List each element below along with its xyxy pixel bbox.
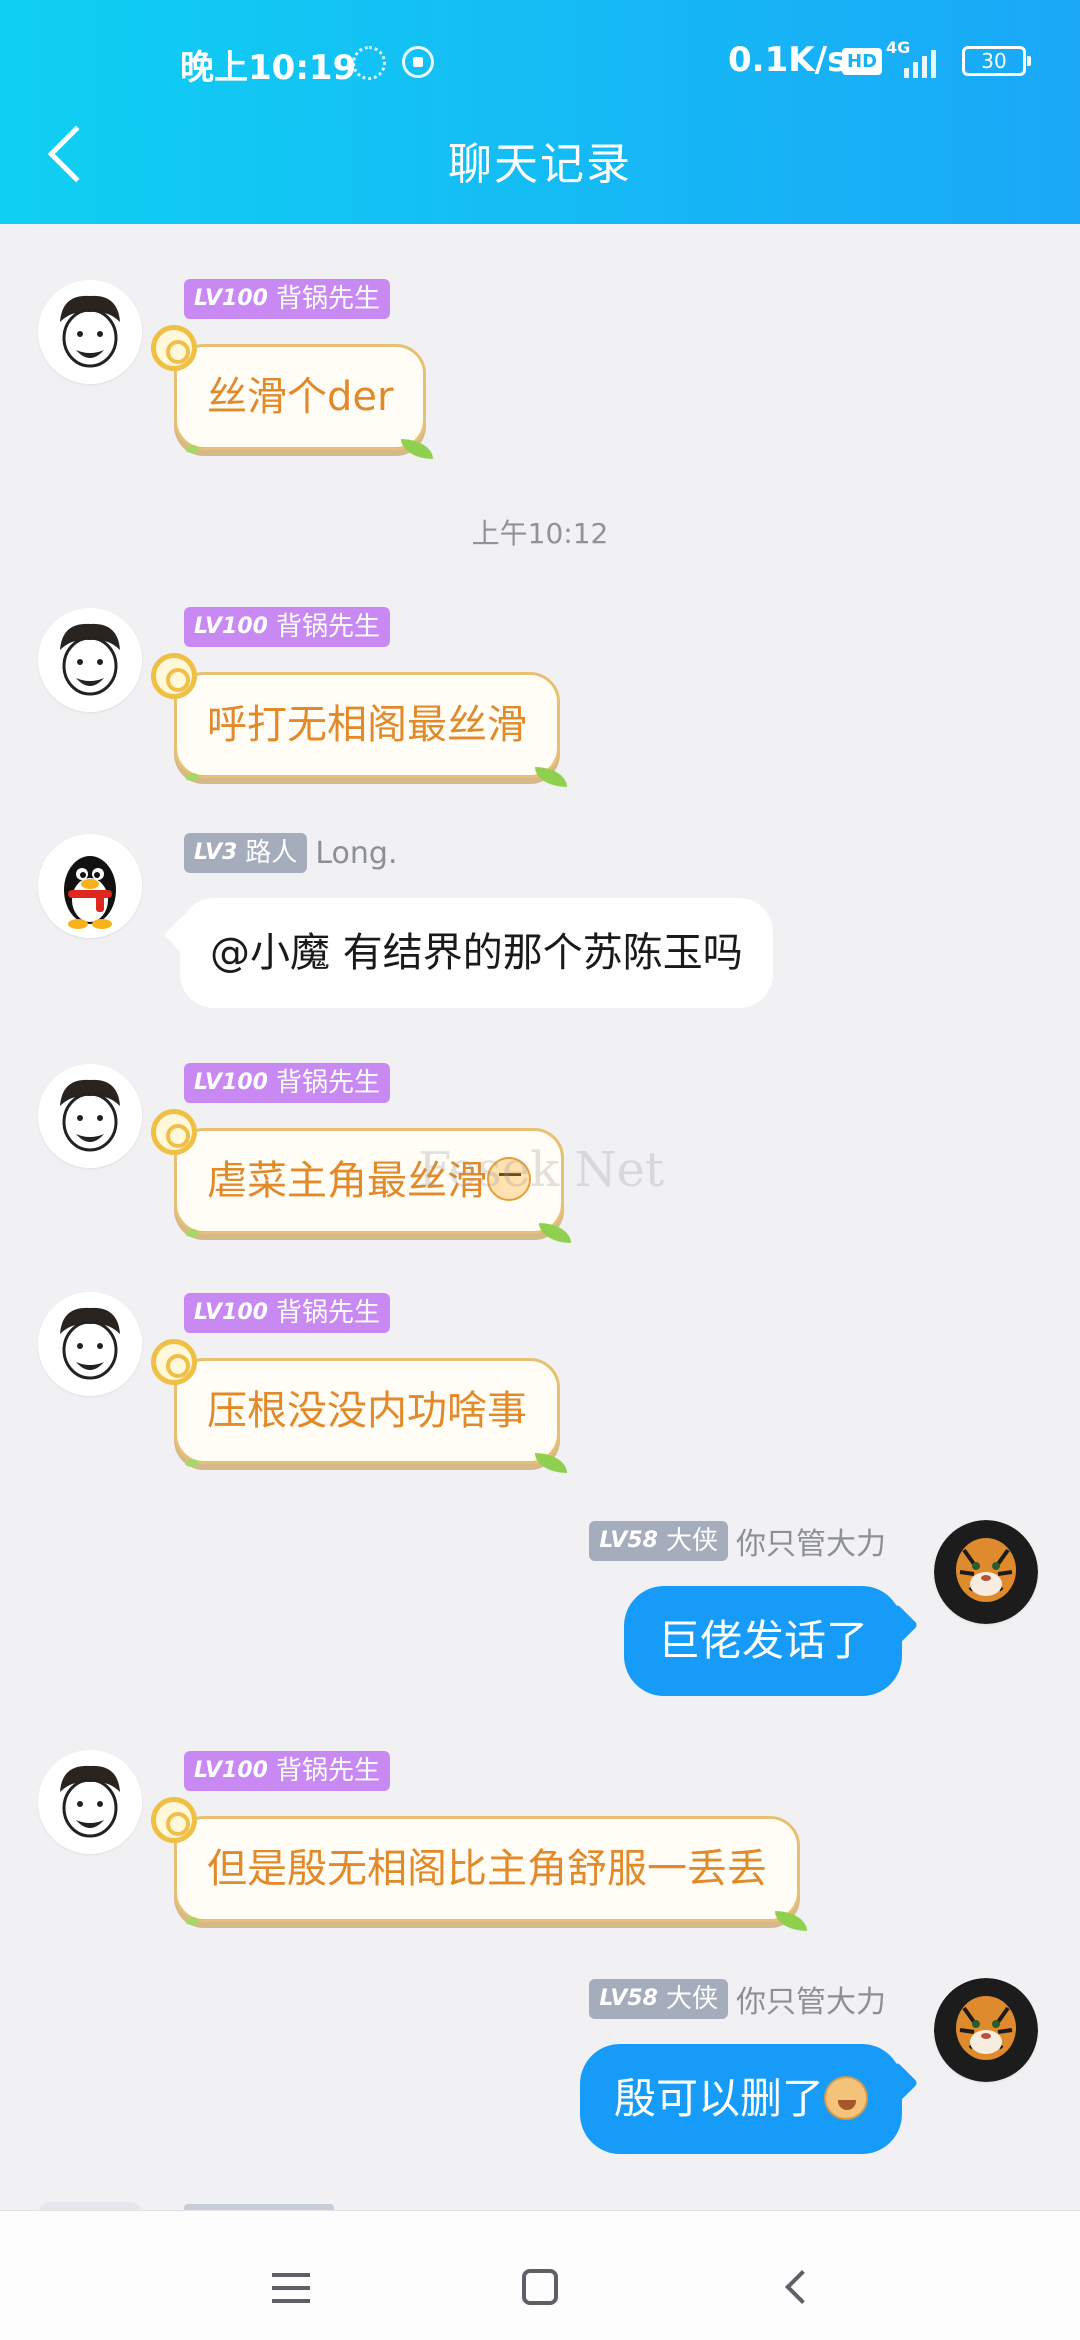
status-bar: 晚上10:19 0.1K/s HD 4G 30 bbox=[0, 36, 1080, 88]
sun-icon bbox=[151, 653, 197, 699]
message-bubble[interactable]: 丝滑个der bbox=[151, 325, 434, 459]
sender-row: LV100 背锅先生 bbox=[184, 606, 390, 648]
notification-icon bbox=[402, 46, 434, 78]
sender-nickname: Long. bbox=[315, 835, 398, 871]
avatar-beiguo[interactable] bbox=[38, 608, 142, 712]
leaf-icon bbox=[539, 1223, 571, 1243]
message-bubble[interactable]: 压根没没内功啥事 bbox=[151, 1339, 567, 1473]
message-bubble-outgoing[interactable]: 巨佬发话了 bbox=[623, 1586, 902, 1696]
page-title: 聊天记录 bbox=[448, 139, 632, 190]
sender-row: LV100 背锅先生 bbox=[184, 1062, 390, 1104]
sun-icon bbox=[151, 1109, 197, 1155]
message-timestamp: 上午10:12 bbox=[471, 517, 609, 550]
signal-icon: 4G bbox=[886, 38, 946, 78]
back-icon[interactable] bbox=[785, 2270, 819, 2304]
sender-row: LV3 路人 Long. bbox=[184, 832, 397, 874]
sender-nickname: 你只管大力 bbox=[736, 1985, 886, 2020]
sun-icon bbox=[151, 325, 197, 371]
message-bubble[interactable]: 虐菜主角最丝滑 bbox=[151, 1109, 571, 1243]
avatar-beiguo[interactable] bbox=[38, 1064, 142, 1168]
level-badge: LV58 大侠 bbox=[589, 1979, 728, 2019]
avatar-beiguo[interactable] bbox=[38, 280, 142, 384]
message-bubble[interactable]: 呼打无相阁最丝滑 bbox=[151, 653, 567, 787]
message-bubble-outgoing[interactable]: 殷可以删了 bbox=[579, 2044, 902, 2154]
sender-row: LV100 背锅先生 bbox=[184, 1292, 390, 1334]
avatar-beiguo[interactable] bbox=[38, 1292, 142, 1396]
tiger-emoji-icon bbox=[487, 1157, 531, 1201]
sender-row: LV100 背锅先生 bbox=[184, 278, 390, 320]
level-badge: LV100 背锅先生 bbox=[184, 1063, 390, 1103]
avatar-beiguo[interactable] bbox=[38, 1750, 142, 1854]
status-time: 晚上10:19 bbox=[180, 48, 357, 88]
sun-icon bbox=[151, 1339, 197, 1385]
hd-icon: HD bbox=[842, 48, 883, 75]
home-icon[interactable] bbox=[522, 2269, 558, 2305]
level-badge: LV100 背锅先生 bbox=[184, 1293, 390, 1333]
leaf-icon bbox=[535, 767, 567, 787]
message-bubble[interactable]: @小魔 有结界的那个苏陈玉吗 bbox=[180, 898, 773, 1008]
sender-row: LV58 大侠 你只管大力 bbox=[589, 1520, 886, 1562]
leaf-icon bbox=[535, 1453, 567, 1473]
system-nav-bar bbox=[0, 2210, 1080, 2340]
avatar-tiger[interactable] bbox=[934, 1978, 1038, 2082]
sender-row: LV58 大侠 你只管大力 bbox=[589, 1978, 886, 2020]
battery-icon: 30 bbox=[962, 46, 1031, 76]
avatar-tiger[interactable] bbox=[934, 1520, 1038, 1624]
level-badge: LV100 背锅先生 bbox=[184, 1751, 390, 1791]
level-badge: LV3 路人 bbox=[184, 833, 308, 873]
leaf-icon bbox=[775, 1911, 807, 1931]
sun-icon bbox=[151, 1797, 197, 1843]
header-bar: 晚上10:19 0.1K/s HD 4G 30 聊天记录 bbox=[0, 0, 1080, 224]
level-badge: LV100 背锅先生 bbox=[184, 279, 390, 319]
level-badge: LV100 背锅先生 bbox=[184, 607, 390, 647]
sender-row: LV100 背锅先生 bbox=[184, 1750, 390, 1792]
level-badge: LV58 大侠 bbox=[589, 1521, 728, 1561]
sender-nickname: 你只管大力 bbox=[736, 1527, 886, 1562]
dog-emoji-icon bbox=[824, 2075, 868, 2120]
network-speed: 0.1K/s bbox=[728, 40, 848, 80]
avatar-qq-penguin[interactable] bbox=[38, 834, 142, 938]
leaf-icon bbox=[401, 439, 434, 459]
menu-icon[interactable] bbox=[272, 2273, 310, 2303]
message-bubble[interactable]: 但是殷无相阁比主角舒服一丢丢 bbox=[151, 1797, 807, 1931]
loading-icon bbox=[352, 46, 386, 80]
